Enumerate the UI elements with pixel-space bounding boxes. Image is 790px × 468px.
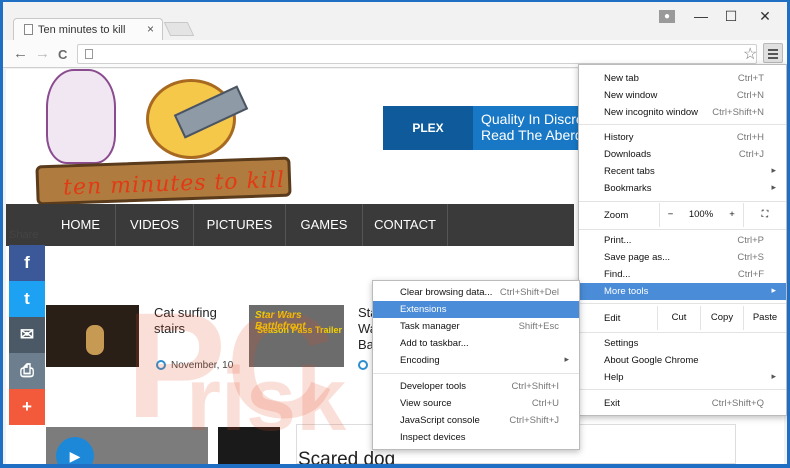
chevron-right-icon: ▸: [771, 165, 776, 175]
zoom-out-button[interactable]: −: [659, 203, 681, 227]
submenu-clear-browsing-data[interactable]: Clear browsing data... Ctrl+Shift+Del: [373, 284, 579, 301]
nav-home[interactable]: HOME: [46, 204, 116, 246]
more-tools-submenu: Clear browsing data... Ctrl+Shift+Del Ext…: [372, 280, 580, 450]
chevron-right-icon: ▸: [771, 182, 776, 192]
ad-line-2: Read The Aberd: [481, 127, 583, 143]
chrome-main-menu: New tab Ctrl+T New window Ctrl+N New incog…: [578, 64, 787, 416]
menu-recent-tabs[interactable]: Recent tabs ▸: [579, 163, 786, 180]
menu-separator: [579, 201, 786, 202]
browser-tab[interactable]: Ten minutes to kill ×: [13, 18, 163, 40]
menu-zoom-row: Zoom − 100% + ⛶: [579, 203, 786, 227]
title-bar: Ten minutes to kill × ● — ☐ ✕: [3, 2, 787, 40]
address-bar[interactable]: ☆: [77, 44, 757, 64]
chevron-right-icon: ▸: [771, 371, 776, 381]
edit-label: Edit: [604, 313, 621, 324]
profile-icon[interactable]: ●: [659, 10, 675, 23]
browser-window: Ten minutes to kill × ● — ☐ ✕ ← → C ☆ te…: [3, 2, 787, 464]
menu-edit-row: Edit Cut Copy Paste: [579, 306, 786, 330]
chevron-right-icon: ▸: [771, 285, 776, 295]
banner-ad[interactable]: PLEX Quality In Discre Read The Aberd: [383, 106, 584, 150]
menu-print[interactable]: Print... Ctrl+P: [579, 232, 786, 249]
clock-icon: [358, 360, 368, 370]
video-camera-icon: ▶: [56, 437, 94, 464]
menu-new-window[interactable]: New window Ctrl+N: [579, 87, 786, 104]
menu-history[interactable]: History Ctrl+H: [579, 129, 786, 146]
ad-logo: PLEX: [383, 106, 473, 150]
minimize-icon[interactable]: —: [691, 8, 711, 24]
reload-icon[interactable]: C: [58, 47, 67, 62]
site-nav: HOME VIDEOS PICTURES GAMES CONTACT: [6, 204, 574, 246]
share-label: Share: [9, 229, 39, 241]
nav-games[interactable]: GAMES: [286, 204, 363, 246]
print-share-button[interactable]: ⎙: [9, 353, 45, 389]
menu-separator: [579, 229, 786, 230]
fullscreen-icon[interactable]: ⛶: [743, 203, 786, 227]
menu-exit[interactable]: Exit Ctrl+Shift+Q: [579, 395, 786, 412]
submenu-inspect-devices[interactable]: Inspect devices: [373, 429, 579, 446]
page-icon: [85, 49, 93, 59]
menu-downloads[interactable]: Downloads Ctrl+J: [579, 146, 786, 163]
submenu-encoding[interactable]: Encoding ▸: [373, 352, 579, 369]
zoom-label: Zoom: [604, 210, 629, 221]
ad-text: Quality In Discre Read The Aberd: [481, 111, 584, 143]
submenu-developer-tools[interactable]: Developer tools Ctrl+Shift+I: [373, 378, 579, 395]
watermark-letter: risk: [186, 350, 347, 450]
menu-new-incognito[interactable]: New incognito window Ctrl+Shift+N: [579, 104, 786, 121]
page-favicon-icon: [24, 24, 33, 35]
submenu-task-manager[interactable]: Task manager Shift+Esc: [373, 318, 579, 335]
submenu-extensions[interactable]: Extensions: [373, 301, 579, 318]
email-share-button[interactable]: ✉: [9, 317, 45, 353]
submenu-add-to-taskbar[interactable]: Add to taskbar...: [373, 335, 579, 352]
menu-bookmarks[interactable]: Bookmarks ▸: [579, 180, 786, 197]
paste-button[interactable]: Paste: [743, 306, 786, 330]
menu-new-tab[interactable]: New tab Ctrl+T: [579, 70, 786, 87]
menu-more-tools[interactable]: More tools ▸: [579, 283, 786, 300]
tab-close-icon[interactable]: ×: [147, 22, 154, 36]
menu-separator: [579, 303, 786, 304]
twitter-share-button[interactable]: t: [9, 281, 45, 317]
cut-button[interactable]: Cut: [657, 306, 700, 330]
more-share-button[interactable]: +: [9, 389, 45, 425]
rabbit-illustration: [46, 69, 116, 164]
zoom-in-button[interactable]: +: [721, 203, 743, 227]
site-logo[interactable]: ten minutes to kill: [6, 69, 296, 206]
submenu-separator: [373, 373, 579, 374]
menu-save-page[interactable]: Save page as... Ctrl+S: [579, 249, 786, 266]
menu-separator: [579, 332, 786, 333]
new-tab-button[interactable]: [163, 22, 195, 36]
ad-line-1: Quality In Discre: [481, 111, 584, 127]
nav-videos[interactable]: VIDEOS: [116, 204, 194, 246]
back-icon[interactable]: ←: [13, 45, 28, 62]
menu-about-chrome[interactable]: About Google Chrome: [579, 352, 786, 369]
menu-separator: [579, 124, 786, 125]
logo-text: ten minutes to kill: [62, 167, 286, 201]
copy-button[interactable]: Copy: [700, 306, 743, 330]
maximize-icon[interactable]: ☐: [721, 8, 741, 25]
chrome-menu-button[interactable]: [763, 43, 783, 63]
menu-find[interactable]: Find... Ctrl+F: [579, 266, 786, 283]
facebook-share-button[interactable]: f: [9, 245, 45, 281]
forward-icon[interactable]: →: [35, 45, 50, 62]
zoom-level: 100%: [688, 209, 714, 220]
nav-contact[interactable]: CONTACT: [363, 204, 448, 246]
menu-settings[interactable]: Settings: [579, 335, 786, 352]
close-window-icon[interactable]: ✕: [755, 8, 775, 25]
chevron-right-icon: ▸: [564, 354, 569, 364]
tab-title: Ten minutes to kill: [38, 24, 126, 36]
nav-pictures[interactable]: PICTURES: [194, 204, 286, 246]
menu-separator: [579, 389, 786, 390]
bookmark-star-icon[interactable]: ☆: [743, 44, 757, 64]
submenu-javascript-console[interactable]: JavaScript console Ctrl+Shift+J: [373, 412, 579, 429]
menu-help[interactable]: Help ▸: [579, 369, 786, 386]
logo-board: ten minutes to kill: [35, 156, 292, 206]
submenu-view-source[interactable]: View source Ctrl+U: [373, 395, 579, 412]
